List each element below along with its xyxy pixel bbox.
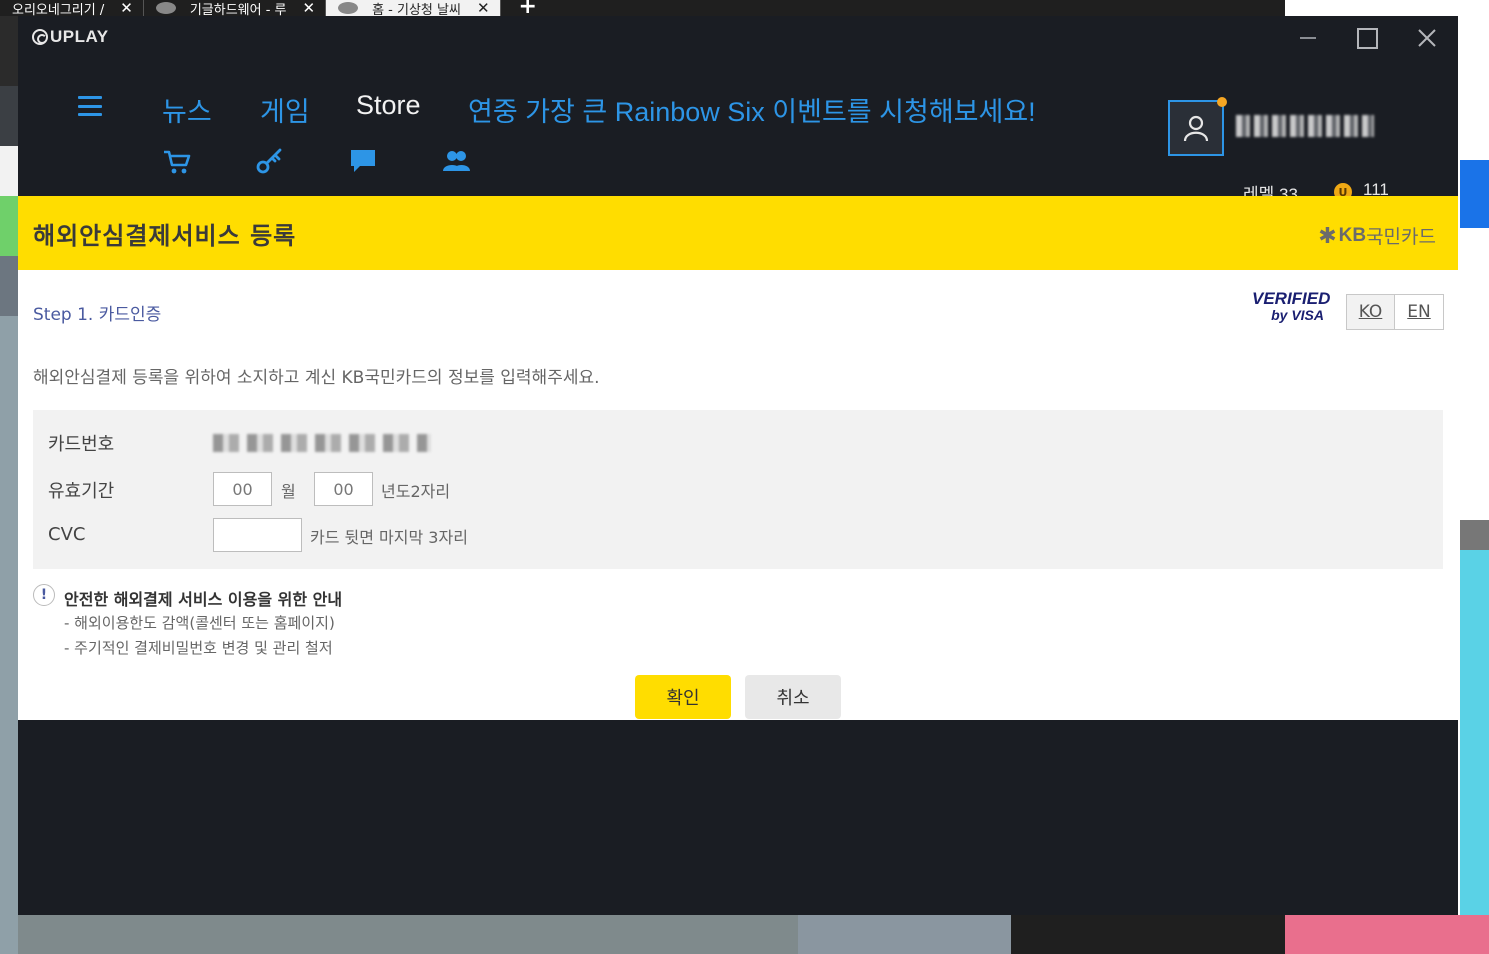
background-block — [1460, 550, 1489, 920]
background-block — [1460, 520, 1489, 550]
nav-games[interactable]: 게임 — [260, 90, 310, 129]
close-icon — [1418, 29, 1436, 47]
background-map — [18, 915, 798, 954]
notice-title: 안전한 해외결제 서비스 이용을 위한 안내 — [64, 590, 343, 609]
nav-store[interactable]: Store — [356, 90, 421, 121]
cvc-hint: 카드 뒷면 마지막 3자리 — [310, 528, 468, 547]
expiry-year-input[interactable]: 00 — [314, 472, 373, 506]
kb-letters: KB — [1338, 224, 1367, 246]
background-map — [0, 316, 18, 954]
close-tab-icon[interactable]: ✕ — [477, 0, 490, 16]
verified-by-visa-logo: VERIFIED by VISA — [1252, 289, 1331, 324]
new-tab-button[interactable]: + — [501, 0, 537, 18]
kb-star-icon: ✱ — [1318, 222, 1337, 248]
browser-tab[interactable]: 오리오네그리기 / ✕ — [0, 0, 144, 16]
expiry-label: 유효기간 — [48, 481, 115, 502]
step-label: Step 1. 카드인증 — [33, 305, 162, 325]
lang-ko-button[interactable]: KO — [1347, 295, 1395, 329]
lang-en-button[interactable]: EN — [1395, 295, 1443, 329]
browser-tab-label: 오리오네그리기 / — [12, 2, 105, 17]
info-icon: ! — [33, 584, 55, 606]
confirm-button[interactable]: 확인 — [635, 675, 731, 719]
avatar[interactable] — [1168, 97, 1227, 156]
kb-card-logo: ✱ KB 국민카드 — [1318, 222, 1436, 249]
browser-tab-active[interactable]: 홈 - 기상청 날씨 ✕ — [326, 0, 501, 17]
background-strip — [0, 146, 18, 196]
background-block — [1285, 915, 1489, 954]
site-favicon-icon — [155, 2, 176, 14]
nav-promo-banner[interactable]: 연중 가장 큰 Rainbow Six 이벤트를 시청해보세요! — [468, 90, 1036, 129]
background-strip — [0, 16, 18, 86]
visa-line-1: VERIFIED — [1252, 289, 1331, 308]
expiry-month-input[interactable]: 00 — [213, 472, 272, 506]
uplay-logo: UPLAY — [32, 27, 109, 47]
main-nav: 뉴스 게임 Store 연중 가장 큰 Rainbow Six 이벤트를 시청해… — [18, 60, 1458, 204]
key-icon[interactable] — [252, 144, 286, 178]
browser-tab-label: 기글하드웨어 - 루 — [189, 2, 287, 17]
browser-tab[interactable]: 기글하드웨어 - 루 ✕ — [144, 0, 327, 17]
browser-tab-label: 홈 - 기상청 날씨 — [372, 2, 461, 17]
nav-news[interactable]: 뉴스 — [162, 90, 212, 129]
chat-icon[interactable] — [346, 144, 380, 178]
background-page-left — [0, 16, 18, 954]
card-number-redacted — [213, 434, 431, 452]
background-strip — [0, 196, 18, 256]
title-bar[interactable]: UPLAY — [18, 16, 1458, 60]
app-name: UPLAY — [50, 27, 109, 46]
visa-line-2: by VISA — [1271, 307, 1324, 323]
menu-icon[interactable] — [78, 96, 102, 116]
close-tab-icon[interactable]: ✕ — [303, 0, 316, 16]
kb-secure-payment-dialog: 해외안심결제서비스 등록 ✱ KB 국민카드 Step 1. 카드인증 VERI… — [18, 196, 1458, 720]
year-unit: 년도2자리 — [381, 482, 451, 501]
card-form: 카드번호 유효기간 00 월 00 년도2자리 CVC 카드 뒷면 마지막 3자… — [33, 410, 1443, 569]
cvc-input[interactable] — [213, 518, 302, 552]
background-strip — [0, 86, 18, 146]
uplay-swirl-icon — [32, 29, 48, 45]
username-redacted[interactable] — [1236, 115, 1374, 137]
dialog-header: 해외안심결제서비스 등록 ✱ KB 국민카드 — [18, 196, 1458, 270]
card-number-label: 카드번호 — [48, 434, 115, 455]
background-block — [1460, 160, 1489, 228]
user-icon — [1183, 115, 1209, 142]
language-switch: KO EN — [1346, 294, 1444, 330]
site-favicon-icon — [338, 2, 359, 14]
dialog-title: 해외안심결제서비스 등록 — [33, 222, 297, 250]
close-tab-icon[interactable]: ✕ — [120, 0, 133, 16]
cvc-label: CVC — [48, 524, 86, 545]
maximize-button[interactable] — [1347, 24, 1387, 52]
kb-issuer-name: 국민카드 — [1366, 227, 1436, 248]
notification-dot — [1217, 97, 1227, 107]
minimize-button[interactable] — [1288, 24, 1328, 52]
month-unit: 월 — [281, 482, 296, 501]
background-page-bottom — [18, 915, 1285, 954]
instruction-text: 해외안심결제 등록을 위하여 소지하고 계신 KB국민카드의 정보를 입력해주세… — [33, 368, 600, 388]
notice-item: - 해외이용한도 감액(콜센터 또는 홈페이지) — [64, 614, 335, 632]
browser-tab-bar: 오리오네그리기 / ✕ 기글하드웨어 - 루 ✕ 홈 - 기상청 날씨 ✕ + — [0, 0, 1285, 18]
cart-icon[interactable] — [160, 144, 194, 178]
close-button[interactable] — [1407, 24, 1447, 52]
friends-icon[interactable] — [439, 144, 473, 178]
background-block — [1011, 915, 1285, 954]
cancel-button[interactable]: 취소 — [745, 675, 841, 719]
notice-item: - 주기적인 결제비밀번호 변경 및 관리 철저 — [64, 639, 333, 657]
uplay-window: UPLAY 뉴스 게임 Store 연중 가장 큰 Rainbow Six 이벤… — [18, 16, 1458, 915]
